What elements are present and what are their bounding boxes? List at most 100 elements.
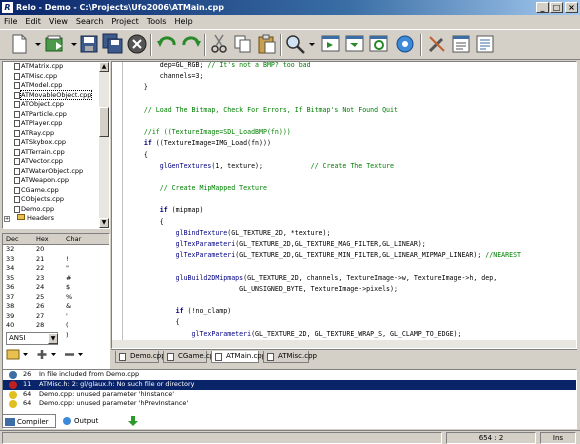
tree-item[interactable]: ATWaterObject.cpp	[3, 167, 109, 177]
column-dec[interactable]: Dec	[3, 234, 33, 244]
scroll-thumb[interactable]	[99, 107, 109, 137]
code-line[interactable]: glTexParameteri(GL_TEXTURE_2D,GL_TEXTURE…	[128, 250, 568, 261]
paste-icon[interactable]	[256, 33, 278, 55]
code-line[interactable]	[128, 94, 568, 105]
search-dropdown-icon[interactable]	[308, 33, 316, 55]
menu-view[interactable]: View	[49, 17, 68, 26]
code-line[interactable]: // Load The Bitmap, Check For Errors, If…	[128, 105, 568, 116]
tab-demo-cpp[interactable]: Demo.cpp	[115, 351, 166, 363]
help-icon[interactable]	[474, 33, 496, 55]
code-line[interactable]	[128, 261, 568, 272]
message-row[interactable]: 64 Demo.cpp: unused parameter 'hInstance'	[3, 390, 576, 400]
rebuild-icon[interactable]	[368, 33, 390, 55]
build-icon[interactable]	[344, 33, 366, 55]
code-line[interactable]: glBindTexture(GL_TEXTURE_2D, *texture);	[128, 228, 568, 239]
chartable-row[interactable]: 40 28 (	[3, 321, 109, 331]
tree-item[interactable]: ATSkybox.cpp	[3, 138, 109, 148]
close-button[interactable]: ×	[565, 2, 578, 13]
search-icon[interactable]	[284, 33, 306, 55]
code-line[interactable]: //if ((TextureImage=SDL_LoadBMP(fn)))	[128, 127, 568, 138]
tab-output[interactable]: Output	[60, 414, 110, 428]
chartable-row[interactable]: 36 24 $	[3, 283, 109, 293]
tree-item[interactable]: ATWeapon.cpp	[3, 176, 109, 186]
code-line[interactable]: {	[128, 150, 568, 161]
tab-atmisc-cpp[interactable]: ATMisc.cpp	[263, 351, 317, 363]
chartable-row[interactable]: 38 26 &	[3, 302, 109, 312]
expand-icon[interactable]: +	[4, 216, 10, 222]
save-all-icon[interactable]	[102, 33, 124, 55]
undo-icon[interactable]	[156, 33, 178, 55]
tree-item[interactable]: ATObject.cpp	[3, 100, 109, 110]
menu-search[interactable]: Search	[76, 17, 103, 26]
menu-file[interactable]: File	[4, 17, 17, 26]
menu-project[interactable]: Project	[111, 17, 138, 26]
editor-gutter[interactable]	[112, 62, 123, 342]
tree-item[interactable]: CGame.cpp	[3, 186, 109, 196]
code-line[interactable]: GL_UNSIGNED_BYTE, TextureImage->pixels);	[128, 284, 568, 295]
chartable-row[interactable]: 33 21!	[3, 255, 109, 265]
code-line[interactable]: if (!no_clamp)	[128, 306, 568, 317]
code-line[interactable]: glTexParameteri(GL_TEXTURE_2D,GL_TEXTURE…	[128, 239, 568, 250]
message-row[interactable]: 64 Demo.cpp: unused parameter 'hPrevInsta…	[3, 399, 576, 409]
tree-folder-headers[interactable]: + Headers	[3, 214, 109, 224]
editor-hscrollbar[interactable]	[112, 340, 576, 348]
code-line[interactable]: channels=3;	[128, 71, 568, 82]
code-text[interactable]: dep=GL_RGB; // It's not a BMP? too bad c…	[128, 62, 568, 348]
code-line[interactable]: // Create MipMapped Texture	[128, 183, 568, 194]
message-row[interactable]: 26 In file included from Demo.cpp	[3, 370, 576, 380]
tree-item[interactable]: ATMisc.cpp	[3, 72, 109, 82]
new-dropdown-icon[interactable]	[34, 33, 42, 55]
menu-tools[interactable]: Tools	[147, 17, 167, 26]
tree-item[interactable]: ATTerrain.cpp	[3, 148, 109, 158]
scroll-up-button[interactable]: ▲	[99, 62, 109, 72]
open-icon[interactable]	[44, 33, 66, 55]
open-dropdown-icon[interactable]	[70, 33, 78, 55]
chevron-down-icon[interactable]: ▼	[48, 333, 58, 344]
code-line[interactable]: {	[128, 217, 568, 228]
menu-help[interactable]: Help	[174, 17, 192, 26]
minimize-button[interactable]: _	[536, 2, 549, 13]
code-line[interactable]	[128, 116, 568, 127]
tree-item[interactable]: ATRay.cpp	[3, 129, 109, 139]
redo-icon[interactable]	[180, 33, 202, 55]
tree-item[interactable]: ATPlayer.cpp	[3, 119, 109, 129]
chartable-row[interactable]: 35 23 #	[3, 274, 109, 284]
code-line[interactable]: {	[128, 317, 568, 328]
chartable-row[interactable]: 39 27 '	[3, 312, 109, 322]
tree-item[interactable]: ATMatrix.cpp	[3, 62, 109, 72]
chartable-row[interactable]: 37 25%	[3, 293, 109, 303]
chartable-row[interactable]: 32 20	[3, 245, 109, 255]
tree-scrollbar[interactable]: ▲ ▼	[99, 62, 109, 228]
code-line[interactable]: if (mipmap)	[128, 205, 568, 216]
code-line[interactable]: glGenTextures(1, texture); // Create The…	[128, 161, 568, 172]
folder-icon[interactable]	[6, 349, 20, 360]
tab-cgame-cpp[interactable]: CGame.cpp	[163, 351, 219, 363]
scroll-down-button[interactable]: ▼	[99, 218, 109, 228]
menu-edit[interactable]: Edit	[25, 17, 41, 26]
chartable-row[interactable]: 34 22 "	[3, 264, 109, 274]
column-hex[interactable]: Hex	[33, 234, 63, 244]
stop-icon[interactable]	[126, 33, 148, 55]
tree-item[interactable]: CObjects.cpp	[3, 195, 109, 205]
column-char[interactable]: Char	[63, 234, 99, 244]
code-editor[interactable]: dep=GL_RGB; // It's not a BMP? too bad c…	[111, 61, 577, 349]
save-icon[interactable]	[78, 33, 100, 55]
code-line[interactable]: dep=GL_RGB; // It's not a BMP? too bad	[128, 62, 568, 71]
down-arrow-icon[interactable]	[128, 416, 138, 426]
title-bar[interactable]: Relo - Demo - C:\Projects\Ufo2006\ATMain…	[0, 0, 580, 15]
message-row[interactable]: 11 ATMisc.h: 2: gl/glaux.h: No such file …	[3, 379, 576, 390]
cut-icon[interactable]	[208, 33, 230, 55]
tab-atmain-cpp[interactable]: ATMain.cpp	[211, 351, 266, 363]
tree-item[interactable]: Demo.cpp	[3, 205, 109, 215]
code-line[interactable]: if ((TextureImage=IMG_Load(fn)))	[128, 138, 568, 149]
compile-icon[interactable]	[320, 33, 342, 55]
tree-item[interactable]: ATMovableObject.cpp	[3, 89, 109, 101]
code-line[interactable]: glTexParameteri(GL_TEXTURE_2D, GL_TEXTUR…	[128, 329, 568, 340]
maximize-button[interactable]: □	[550, 2, 563, 13]
new-file-icon[interactable]	[8, 33, 30, 55]
add-icon[interactable]	[37, 350, 47, 359]
tree-item[interactable]: ATVector.cpp	[3, 157, 109, 167]
code-line[interactable]	[128, 295, 568, 306]
tab-compiler[interactable]: Compiler	[2, 414, 56, 428]
copy-icon[interactable]	[232, 33, 254, 55]
